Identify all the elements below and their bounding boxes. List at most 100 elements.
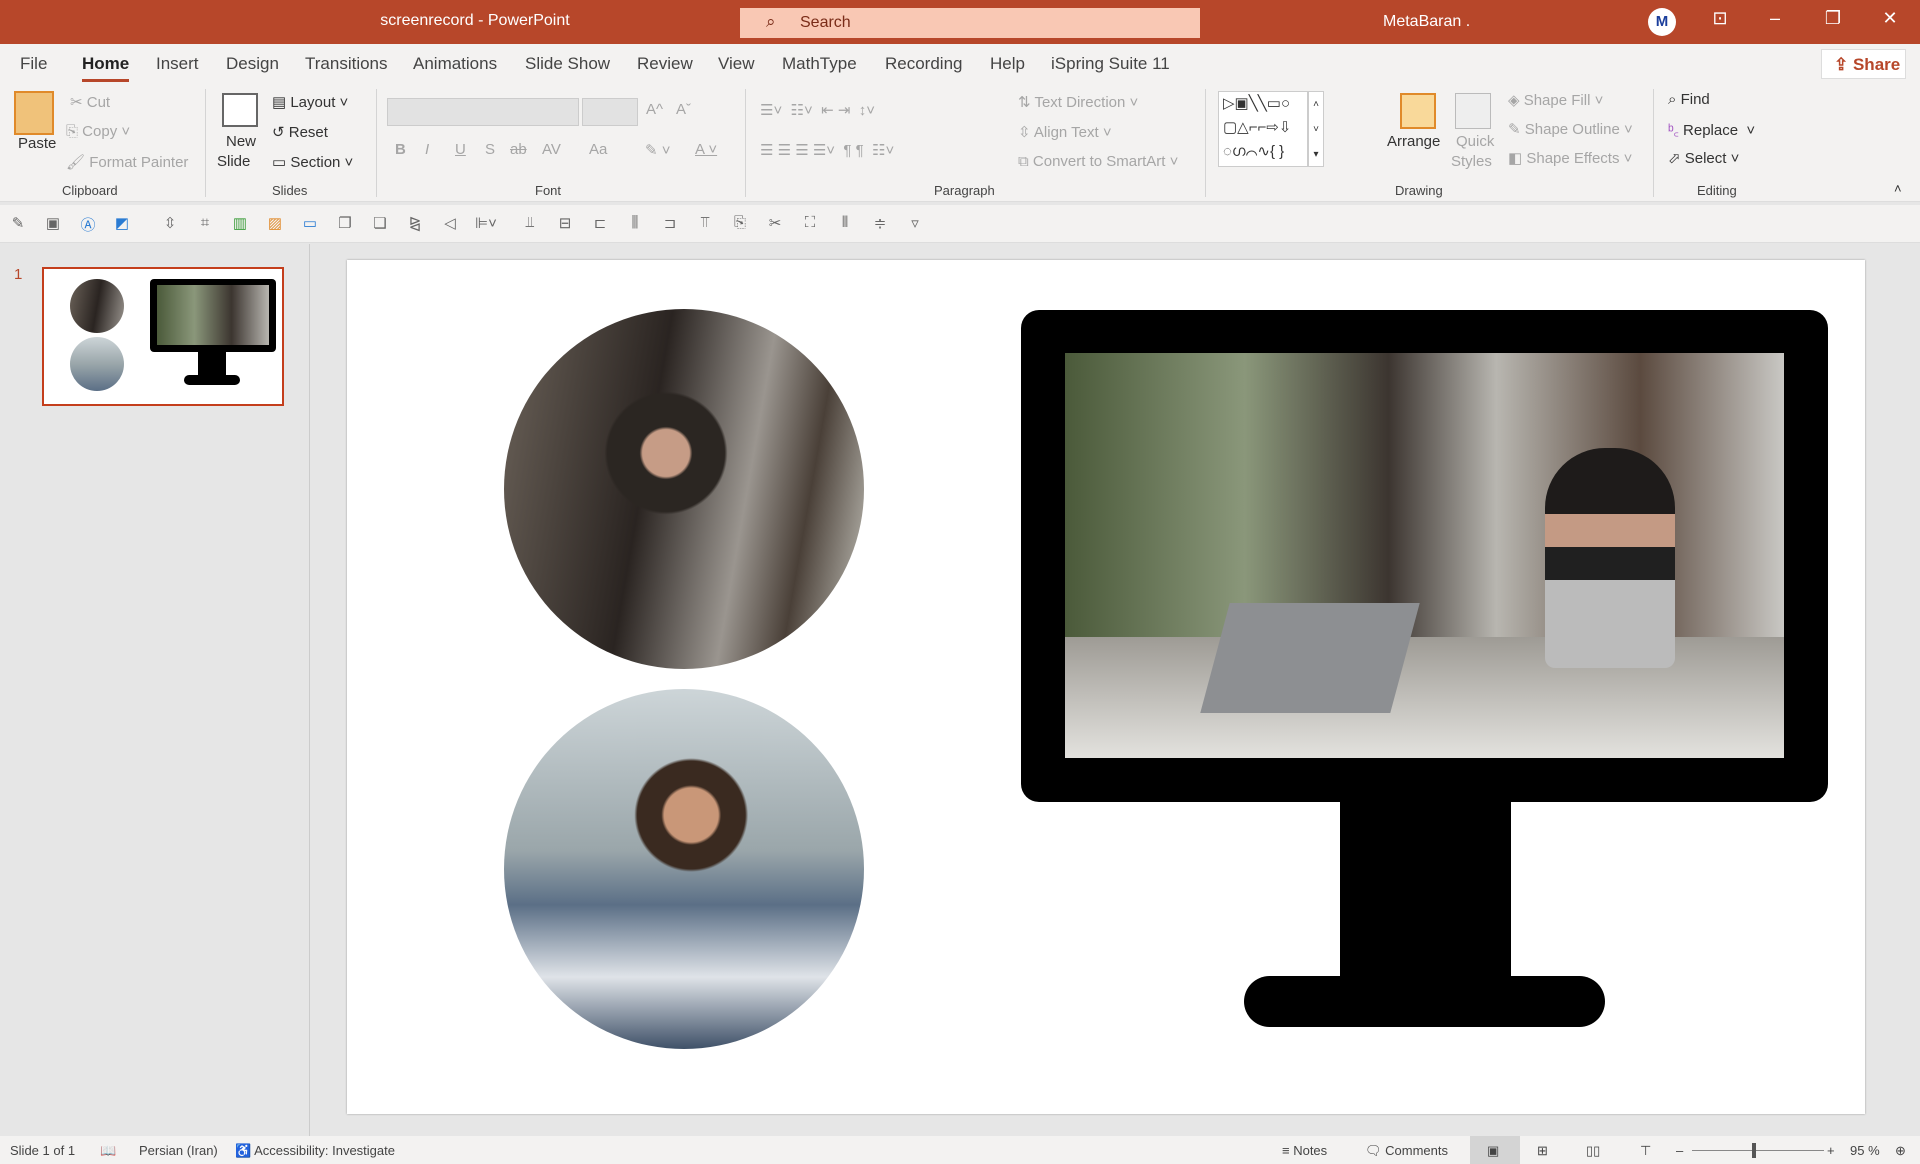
- search-box[interactable]: ⌕ Search: [740, 8, 1200, 38]
- customize-toolbar-icon[interactable]: ▿: [905, 214, 925, 232]
- send-backward-icon[interactable]: ❏: [370, 214, 390, 232]
- rotate-icon[interactable]: ◁: [440, 214, 460, 232]
- slide-sorter-icon[interactable]: ⊞: [1537, 1143, 1548, 1159]
- quick-styles-button[interactable]: Quick: [1456, 133, 1494, 150]
- copy-button[interactable]: ⎘ Copy ˅: [66, 123, 130, 140]
- avatar[interactable]: M: [1648, 8, 1676, 36]
- align-top-icon[interactable]: ⫪: [695, 214, 715, 232]
- shrink-font-button[interactable]: Aˇ: [676, 101, 691, 118]
- align-left-icon[interactable]: ⊏: [590, 214, 610, 232]
- reading-view-icon[interactable]: ▯▯: [1586, 1143, 1600, 1159]
- share-button[interactable]: ⇪ Share: [1821, 49, 1906, 79]
- picture-icon[interactable]: ▣: [43, 214, 63, 232]
- flip-icon[interactable]: ⧎: [405, 214, 425, 232]
- tab-ispring[interactable]: iSpring Suite 11: [1051, 54, 1170, 74]
- circle-photo-woman[interactable]: [504, 309, 864, 669]
- zoom-in-button[interactable]: +: [1827, 1143, 1835, 1158]
- normal-view-button[interactable]: ▣: [1470, 1136, 1520, 1164]
- tab-transitions[interactable]: Transitions: [305, 54, 388, 74]
- replace-picture-icon[interactable]: ▨: [265, 214, 285, 232]
- font-color-icon[interactable]: A ˅: [695, 141, 717, 158]
- tab-view[interactable]: View: [718, 54, 755, 74]
- tab-design[interactable]: Design: [226, 54, 279, 74]
- chart-icon[interactable]: ▥: [230, 214, 250, 232]
- character-spacing-button[interactable]: AV: [542, 141, 561, 158]
- slide-show-icon[interactable]: ⊤: [1640, 1143, 1651, 1159]
- align-middle-icon[interactable]: ⊟: [555, 214, 575, 232]
- text-direction-button[interactable]: ⇅ Text Direction ˅: [1018, 93, 1138, 111]
- collapse-ribbon-icon[interactable]: ˄: [1894, 181, 1902, 196]
- monitor-base[interactable]: [1244, 976, 1605, 1027]
- select-button[interactable]: ⬀ Select ˅: [1668, 149, 1739, 167]
- user-name[interactable]: MetaBaran .: [1383, 13, 1470, 31]
- distribute-icon[interactable]: ⫴: [835, 214, 855, 232]
- spell-check-icon[interactable]: 📖: [100, 1143, 116, 1159]
- slide-icon[interactable]: ▭: [300, 214, 320, 232]
- new-slide-label[interactable]: Slide: [217, 153, 250, 170]
- section-button[interactable]: ▭ Section ˅: [272, 153, 353, 171]
- cut-icon[interactable]: ✂: [765, 214, 785, 232]
- replace-button[interactable]: ᵇ꜀ Replace ˅: [1668, 120, 1755, 140]
- bold-button[interactable]: B: [395, 141, 406, 158]
- bullets-icon[interactable]: ☰˅ ☷˅ ⇤ ⇥ ↕˅: [760, 101, 875, 119]
- textbox-icon[interactable]: Ⓐ: [78, 214, 98, 234]
- new-slide-button[interactable]: New: [226, 133, 256, 150]
- shapes-gallery-scroll[interactable]: ˄ ˅ ▾: [1308, 91, 1324, 167]
- quick-styles-label[interactable]: Styles: [1451, 153, 1492, 170]
- grow-font-button[interactable]: A^: [646, 101, 663, 118]
- zoom-slider-thumb[interactable]: [1752, 1143, 1757, 1158]
- font-size-dropdown[interactable]: [582, 98, 638, 126]
- zoom-slider[interactable]: [1692, 1150, 1824, 1151]
- shapes-gallery[interactable]: ▷▣╲╲▭○ ▢△⌐⌐⇨⇩ ◌ഗ⌒∿{ }: [1218, 91, 1308, 167]
- italic-button[interactable]: I: [425, 141, 429, 158]
- align-center-icon[interactable]: ⫼: [625, 214, 645, 232]
- align-right-icon[interactable]: ⊐: [660, 214, 680, 232]
- tab-animations[interactable]: Animations: [413, 54, 497, 74]
- reset-button[interactable]: ↺ Reset: [272, 123, 328, 141]
- shape-effects-button[interactable]: ◧ Shape Effects ˅: [1508, 149, 1632, 167]
- shadow-button[interactable]: S: [485, 141, 495, 158]
- bring-forward-icon[interactable]: ❐: [335, 214, 355, 232]
- font-name-dropdown[interactable]: [387, 98, 579, 126]
- slide-thumbnail[interactable]: [42, 267, 284, 406]
- fit-icon[interactable]: ⛶: [800, 214, 820, 232]
- convert-smartart-button[interactable]: ⧉ Convert to SmartArt ˅: [1018, 153, 1178, 170]
- highlight-icon[interactable]: ✎ ˅: [645, 141, 671, 159]
- tab-review[interactable]: Review: [637, 54, 693, 74]
- slide-canvas[interactable]: [347, 260, 1865, 1114]
- minimize-button[interactable]: –: [1755, 8, 1795, 29]
- monitor-neck[interactable]: [1340, 802, 1511, 976]
- shapes-icon[interactable]: ◩: [112, 214, 132, 232]
- shape-outline-button[interactable]: ✎ Shape Outline ˅: [1508, 120, 1633, 138]
- zoom-level[interactable]: 95 %: [1850, 1143, 1880, 1158]
- close-button[interactable]: ✕: [1870, 8, 1910, 29]
- paste-button[interactable]: Paste: [18, 135, 56, 152]
- language[interactable]: Persian (Iran): [139, 1143, 218, 1158]
- underline-button[interactable]: U: [455, 141, 466, 158]
- tab-mathtype[interactable]: MathType: [782, 54, 857, 74]
- format-painter-button[interactable]: 🖌 Format Painter: [66, 153, 188, 171]
- tab-file[interactable]: File: [20, 54, 47, 74]
- strikethrough-button[interactable]: ab: [510, 141, 527, 158]
- tab-recording[interactable]: Recording: [885, 54, 963, 74]
- zoom-out-button[interactable]: –: [1676, 1143, 1683, 1158]
- align-bottom-icon[interactable]: ⫫: [520, 214, 540, 232]
- notes-button[interactable]: ≡ Notes: [1282, 1143, 1327, 1158]
- shape-fill-button[interactable]: ◈ Shape Fill ˅: [1508, 91, 1603, 109]
- tab-slide-show[interactable]: Slide Show: [525, 54, 610, 74]
- tab-help[interactable]: Help: [990, 54, 1025, 74]
- crop-icon[interactable]: ⌗: [195, 214, 215, 232]
- align-text-button[interactable]: ⇳ Align Text ˅: [1018, 123, 1112, 141]
- tab-insert[interactable]: Insert: [156, 54, 199, 74]
- arrange-button[interactable]: Arrange: [1387, 133, 1440, 150]
- restore-button[interactable]: ❐: [1813, 8, 1853, 29]
- layout-button[interactable]: ▤ Layout ˅: [272, 93, 348, 111]
- tab-home[interactable]: Home: [82, 54, 130, 82]
- cut-button[interactable]: ✂ Cut: [70, 93, 110, 111]
- ribbon-display-options-button[interactable]: ⊡: [1700, 8, 1740, 29]
- circle-photo-man[interactable]: [504, 689, 864, 1049]
- tool-icon[interactable]: ✎: [8, 214, 28, 232]
- align-icon[interactable]: ⊫˅: [475, 214, 497, 232]
- distribute-vertical-icon[interactable]: ≑: [870, 214, 890, 232]
- find-button[interactable]: ⌕ Find: [1668, 91, 1710, 108]
